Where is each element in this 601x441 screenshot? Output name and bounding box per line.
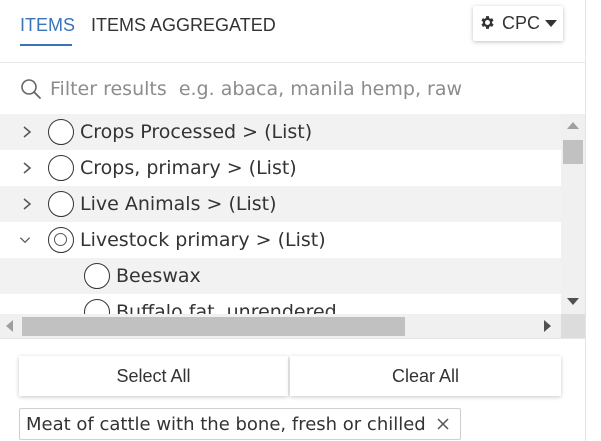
tree-row-label: Beeswax [116, 265, 201, 287]
tree-row-label: Live Animals > (List) [80, 193, 277, 215]
chevron-right-icon[interactable] [20, 123, 34, 141]
horizontal-scroll-thumb[interactable] [22, 317, 405, 336]
active-tab-indicator [20, 44, 72, 46]
items-filter-panel: ITEMS ITEMS AGGREGATED CPC Crops Process… [0, 0, 586, 441]
radio-beeswax[interactable] [84, 263, 110, 289]
select-all-button[interactable]: Select All [19, 356, 288, 396]
search-bar [0, 63, 586, 115]
tree-row-label: Livestock primary > (List) [80, 229, 326, 251]
vertical-scroll-thumb[interactable] [563, 140, 583, 164]
scroll-up-icon[interactable] [567, 122, 579, 129]
search-icon [21, 79, 41, 99]
gear-icon [481, 15, 494, 29]
selected-item-label: Meat of cattle with the bone, fresh or c… [26, 413, 426, 435]
classification-dropdown-button[interactable]: CPC [473, 6, 563, 41]
chevron-right-icon[interactable] [20, 159, 34, 177]
radio-crops-primary[interactable] [48, 155, 74, 181]
tree-row-beeswax[interactable]: Beeswax [0, 258, 561, 294]
radio-buffalo-fat[interactable] [84, 299, 110, 314]
divider [0, 338, 586, 339]
tree-row-livestock-primary[interactable]: Livestock primary > (List) [0, 222, 561, 258]
tree-row-label: Buffalo fat, unrendered [116, 301, 337, 314]
selected-item-chip: Meat of cattle with the bone, fresh or c… [19, 408, 461, 440]
scroll-down-icon[interactable] [567, 298, 579, 305]
clear-all-button[interactable]: Clear All [290, 356, 561, 396]
classification-label: CPC [501, 13, 540, 33]
item-tree: Crops Processed > (List) Crops, primary … [0, 114, 561, 314]
radio-livestock-primary[interactable] [48, 227, 74, 253]
tree-row-label: Crops, primary > (List) [80, 157, 297, 179]
tab-bar: ITEMS ITEMS AGGREGATED CPC [0, 0, 586, 63]
vertical-scrollbar[interactable] [561, 114, 585, 314]
tab-items-aggregated[interactable]: ITEMS AGGREGATED [91, 13, 276, 37]
chevron-right-icon[interactable] [20, 195, 34, 213]
tree-row-live-animals[interactable]: Live Animals > (List) [0, 186, 561, 222]
scroll-left-icon[interactable] [6, 320, 13, 332]
tree-row-label: Crops Processed > (List) [80, 121, 313, 143]
tree-row-buffalo-fat[interactable]: Buffalo fat, unrendered [0, 294, 561, 314]
tab-items[interactable]: ITEMS [20, 13, 75, 37]
close-icon[interactable] [436, 417, 450, 431]
scroll-right-icon[interactable] [544, 320, 551, 332]
chevron-down-icon[interactable] [18, 231, 32, 249]
tree-row-crops-processed[interactable]: Crops Processed > (List) [0, 114, 561, 150]
radio-live-animals[interactable] [48, 191, 74, 217]
caret-down-icon [545, 19, 557, 27]
radio-crops-processed[interactable] [48, 119, 74, 145]
scrollbar-corner [561, 314, 585, 338]
search-input[interactable] [50, 73, 570, 105]
tree-row-crops-primary[interactable]: Crops, primary > (List) [0, 150, 561, 186]
horizontal-scrollbar[interactable] [0, 314, 561, 338]
